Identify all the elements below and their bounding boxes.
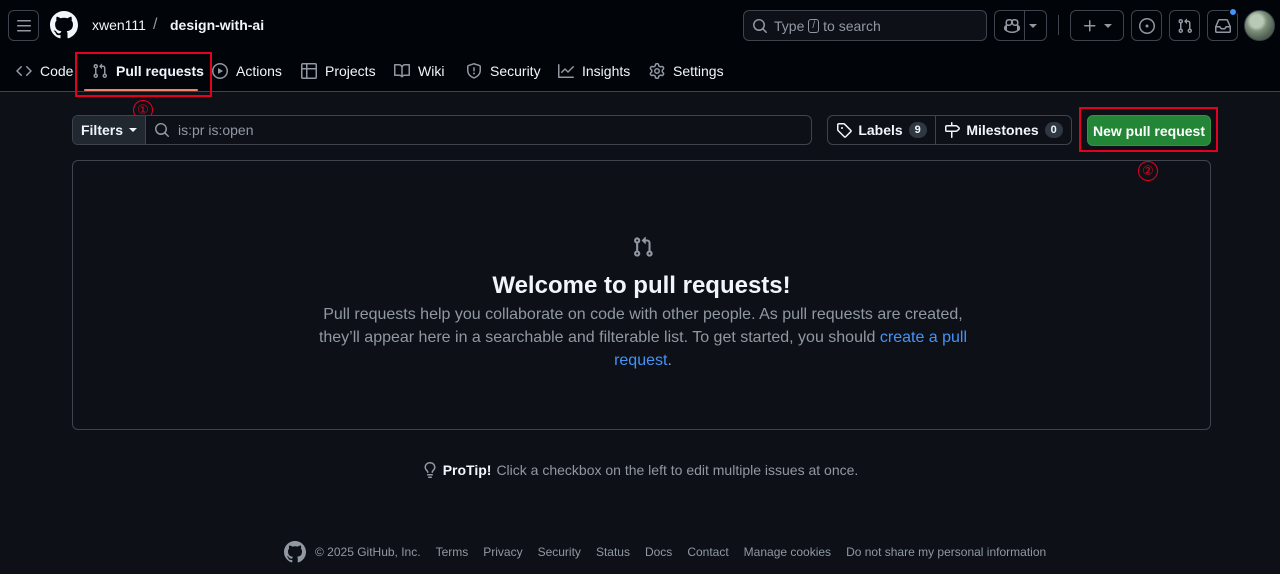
empty-state-text: Pull requests help you collaborate on co… [318,306,963,346]
milestones-button[interactable]: Milestones 0 [936,116,1071,144]
footer-link-terms[interactable]: Terms [436,545,469,559]
footer-link-contact[interactable]: Contact [687,545,728,559]
copilot-split-divider [1024,10,1025,41]
tab-security[interactable]: Security [466,59,541,83]
copilot-icon [1004,18,1020,34]
gear-icon [649,63,665,79]
graph-icon [558,63,574,79]
breadcrumb-repo[interactable]: design-with-ai [170,16,264,34]
header-divider [1058,15,1059,35]
play-icon [212,63,228,79]
tab-pull-requests[interactable]: Pull requests [92,59,204,83]
search-shortcut-key: / [808,18,820,33]
tab-projects[interactable]: Projects [301,59,376,83]
create-new-button[interactable] [1070,10,1124,41]
footer-link-privacy[interactable]: Privacy [483,545,522,559]
tab-label: Wiki [418,63,445,79]
tab-insights[interactable]: Insights [558,59,630,83]
site-footer: © 2025 GitHub, Inc. Terms Privacy Securi… [284,540,1046,564]
protip: ProTip! Click a checkbox on the left to … [0,462,1280,478]
footer-link-security[interactable]: Security [538,545,581,559]
protip-label: ProTip! [442,462,492,478]
search-placeholder: Type / to search [774,18,881,34]
git-pull-request-icon [1177,18,1193,34]
your-issues-button[interactable] [1131,10,1162,41]
top-bar: xwen111 / design-with-ai Type / to searc… [0,0,1280,50]
new-pull-request-button[interactable]: New pull request [1087,115,1211,146]
breadcrumb-owner[interactable]: xwen111 [92,16,146,34]
copilot-button[interactable] [994,10,1047,41]
search-icon [154,122,170,138]
tab-code[interactable]: Code [16,59,73,83]
tab-label: Pull requests [116,63,204,79]
light-bulb-icon [422,462,438,478]
tab-settings[interactable]: Settings [649,59,724,83]
tag-icon [836,122,853,138]
labels-label: Labels [858,122,903,138]
filters-label: Filters [80,122,123,138]
global-search-input[interactable]: Type / to search [743,10,987,41]
book-icon [394,63,410,79]
table-icon [301,63,317,79]
filter-bar: Filters is:pr is:open [72,115,812,145]
filter-search-input[interactable]: is:pr is:open [146,116,811,144]
github-logo-icon[interactable] [50,11,78,39]
open-global-navigation-button[interactable] [8,10,39,41]
your-pull-requests-button[interactable] [1169,10,1200,41]
user-avatar[interactable] [1244,10,1275,41]
github-mark-icon[interactable] [284,541,306,563]
selected-tab-underline [84,89,198,91]
search-suffix: to search [823,17,881,34]
empty-state-description: Pull requests help you collaborate on co… [313,303,973,372]
labels-milestones-group: Labels 9 Milestones 0 [827,115,1072,145]
tab-label: Code [40,63,74,79]
empty-state-panel: Welcome to pull requests! Pull requests … [72,160,1211,430]
protip-text: Click a checkbox on the left to edit mul… [496,462,859,478]
tab-label: Actions [236,63,282,79]
tab-label: Settings [673,63,724,79]
footer-copyright: © 2025 GitHub, Inc. [315,545,421,559]
app-header: xwen111 / design-with-ai Type / to searc… [0,0,1280,92]
git-pull-request-icon [632,236,654,258]
search-prefix: Type [774,17,805,34]
footer-link-docs[interactable]: Docs [645,545,672,559]
footer-link-manage-cookies[interactable]: Manage cookies [744,545,831,559]
tab-actions[interactable]: Actions [212,59,282,83]
milestones-count: 0 [1044,122,1063,138]
labels-button[interactable]: Labels 9 [828,116,936,144]
footer-link-status[interactable]: Status [596,545,630,559]
empty-state-title: Welcome to pull requests! [492,272,791,299]
tab-label: Insights [582,63,631,79]
unread-notification-dot [1229,8,1237,16]
breadcrumb-separator: / [153,16,158,33]
shield-icon [466,63,482,79]
tab-label: Security [490,63,541,79]
milestones-label: Milestones [966,122,1039,138]
plus-icon [1082,18,1098,34]
milestone-icon [944,122,961,138]
issue-opened-icon [1138,17,1155,34]
labels-count: 9 [908,122,927,138]
git-pull-request-icon [92,63,108,79]
hamburger-icon [16,18,32,34]
chevron-down-icon[interactable] [1029,23,1037,28]
filters-dropdown-button[interactable]: Filters [73,116,146,144]
chevron-down-icon [1104,23,1112,28]
tab-label: Projects [325,63,376,79]
tab-wiki[interactable]: Wiki [394,59,444,83]
inbox-icon [1214,18,1231,34]
code-icon [16,63,32,79]
repository-tabs: Code Pull requests Actions Projects Wiki [0,50,1280,92]
chevron-down-icon [129,128,137,132]
empty-state-period: . [667,352,672,369]
filter-query: is:pr is:open [178,122,254,138]
footer-link-do-not-share[interactable]: Do not share my personal information [846,545,1046,559]
search-icon [752,18,768,34]
